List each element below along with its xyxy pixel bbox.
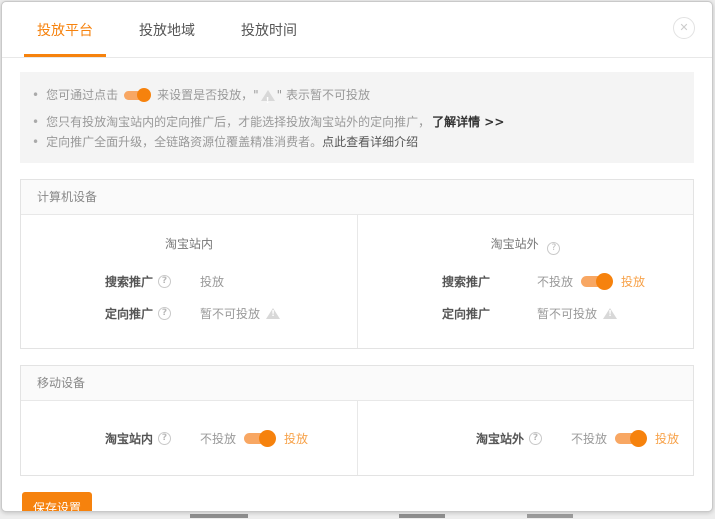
- mobile-offsite-row: 淘宝站外 ? 不投放 投放: [358, 427, 693, 449]
- background-page-fragment: [190, 514, 248, 518]
- search-promotion-row: 搜索推广 ? 投放: [21, 270, 357, 292]
- targeted-promotion-value: 暂不可投放: [200, 305, 260, 322]
- view-details-link[interactable]: 点此查看详细介绍: [322, 132, 418, 152]
- notice-bullet-1: • 您可通过点击 来设置是否投放，" ! " 表示暂不可投放: [32, 85, 676, 105]
- toggle-example-icon: [124, 87, 151, 103]
- toggle-off-label: 不投放: [571, 430, 607, 447]
- targeted-promotion-value: 暂不可投放: [537, 305, 597, 322]
- notice-text: 您只有投放淘宝站内的定向推广后，才能选择投放淘宝站外的定向推广，: [46, 112, 430, 132]
- search-promotion-value: 投放: [200, 273, 224, 290]
- targeted-promotion-row: 定向推广 暂不可投放 !: [358, 302, 693, 324]
- tab-delivery-region[interactable]: 投放地域: [126, 2, 208, 57]
- help-icon[interactable]: ?: [547, 242, 560, 255]
- mobile-device-section: 移动设备 淘宝站内 ? 不投放 投放: [20, 365, 694, 476]
- warning-icon: !: [261, 89, 275, 101]
- section-title-mobile: 移动设备: [21, 366, 693, 401]
- background-page-fragment: [527, 514, 573, 518]
- targeted-promotion-label: 定向推广: [105, 305, 153, 322]
- toggle-off-label: 不投放: [200, 430, 236, 447]
- bullet-icon: •: [32, 85, 39, 105]
- close-button[interactable]: ✕: [673, 17, 695, 39]
- computer-device-section: 计算机设备 淘宝站内 搜索推广 ? 投放 定向推广 ?: [20, 179, 694, 349]
- mobile-onsite-toggle[interactable]: [244, 429, 276, 447]
- save-settings-button[interactable]: 保存设置: [22, 492, 92, 512]
- toggle-on-label: 投放: [621, 273, 645, 290]
- notice-box: • 您可通过点击 来设置是否投放，" ! " 表示暂不可投放 • 您只有投放淘宝…: [20, 72, 694, 163]
- mobile-onsite-label: 淘宝站内: [105, 430, 153, 447]
- column-taobao-onsite: 淘宝站内 搜索推广 ? 投放 定向推广 ? 暂不可投放: [21, 215, 357, 348]
- column-mobile-onsite: 淘宝站内 ? 不投放 投放: [21, 401, 357, 475]
- mobile-onsite-row: 淘宝站内 ? 不投放 投放: [21, 427, 357, 449]
- search-promotion-row: 搜索推广 不投放 投放: [358, 270, 693, 292]
- tab-delivery-platform[interactable]: 投放平台: [24, 2, 106, 57]
- targeted-promotion-row: 定向推广 ? 暂不可投放 !: [21, 302, 357, 324]
- help-icon[interactable]: ?: [158, 307, 171, 320]
- help-icon[interactable]: ?: [158, 432, 171, 445]
- delivery-settings-dialog: 投放平台 投放地域 投放时间 ✕ • 您可通过点击 来设置是否投放，" ! " …: [1, 1, 713, 512]
- taobao-onsite-header: 淘宝站内: [21, 235, 357, 253]
- notice-text: 定向推广全面升级，全链路资源位覆盖精准消费者。: [46, 132, 322, 152]
- targeted-promotion-label: 定向推广: [442, 305, 490, 322]
- warning-icon: !: [266, 307, 280, 319]
- bullet-icon: •: [32, 112, 39, 132]
- search-offsite-toggle[interactable]: [581, 272, 613, 290]
- mobile-offsite-toggle[interactable]: [615, 429, 647, 447]
- toggle-on-label: 投放: [284, 430, 308, 447]
- column-taobao-offsite: 淘宝站外 ? 搜索推广 不投放 投放: [357, 215, 693, 348]
- help-icon[interactable]: ?: [529, 432, 542, 445]
- notice-bullet-3: • 定向推广全面升级，全链路资源位覆盖精准消费者。 点此查看详细介绍: [32, 132, 676, 152]
- warning-icon: !: [603, 307, 617, 319]
- mobile-offsite-label: 淘宝站外: [476, 430, 524, 447]
- background-page-fragment: [399, 514, 445, 518]
- taobao-offsite-header: 淘宝站外: [491, 237, 539, 251]
- toggle-on-label: 投放: [655, 430, 679, 447]
- notice-text: 来设置是否投放，": [157, 85, 259, 105]
- close-icon: ✕: [679, 21, 688, 34]
- notice-bullet-2: • 您只有投放淘宝站内的定向推广后，才能选择投放淘宝站外的定向推广， 了解详情 …: [32, 112, 676, 132]
- bullet-icon: •: [32, 132, 39, 152]
- toggle-off-label: 不投放: [537, 273, 573, 290]
- tab-bar: 投放平台 投放地域 投放时间 ✕: [2, 2, 712, 58]
- learn-more-link[interactable]: 了解详情 >>: [432, 112, 504, 132]
- help-icon[interactable]: ?: [158, 275, 171, 288]
- section-title-computer: 计算机设备: [21, 180, 693, 215]
- notice-text: 您可通过点击: [46, 85, 118, 105]
- tab-delivery-time[interactable]: 投放时间: [228, 2, 310, 57]
- search-promotion-label: 搜索推广: [442, 273, 490, 290]
- column-mobile-offsite: 淘宝站外 ? 不投放 投放: [357, 401, 693, 475]
- search-promotion-label: 搜索推广: [105, 273, 153, 290]
- notice-text: " 表示暂不可投放: [277, 85, 370, 105]
